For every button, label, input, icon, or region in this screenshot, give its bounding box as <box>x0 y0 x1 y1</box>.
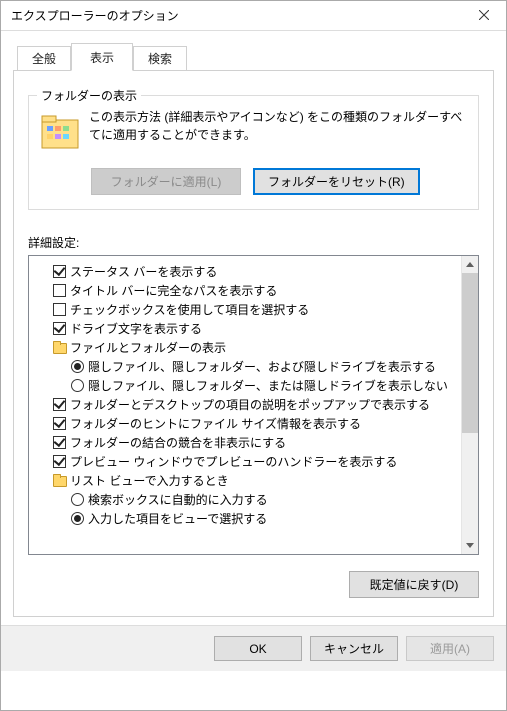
tab-panel-view: フォルダーの表示 この表示方法 (詳細表示やアイコンなど) をこの種類のフォルダ… <box>13 70 494 617</box>
checkbox-icon <box>53 417 66 430</box>
tree-item-label: フォルダーの結合の競合を非表示にする <box>70 434 286 451</box>
ok-button[interactable]: OK <box>214 636 302 661</box>
window-title: エクスプローラーのオプション <box>11 7 179 24</box>
tree-item[interactable]: 検索ボックスに自動的に入力する <box>35 490 455 509</box>
tree-item[interactable]: 入力した項目をビューで選択する <box>35 509 455 528</box>
tree-item[interactable]: 隠しファイル、隠しフォルダー、および隠しドライブを表示する <box>35 357 455 376</box>
titlebar: エクスプローラーのオプション <box>1 1 506 31</box>
reset-folders-button[interactable]: フォルダーをリセット(R) <box>253 168 420 195</box>
tree-item[interactable]: フォルダーの結合の競合を非表示にする <box>35 433 455 452</box>
vertical-scrollbar[interactable] <box>461 256 478 554</box>
folder-views-legend: フォルダーの表示 <box>37 87 141 104</box>
tree-item-label: リスト ビューで入力するとき <box>70 472 229 489</box>
close-icon <box>479 10 489 20</box>
tree-item-label: ファイルとフォルダーの表示 <box>70 339 226 356</box>
apply-button: 適用(A) <box>406 636 494 661</box>
checkbox-icon <box>53 398 66 411</box>
dialog-button-bar: OK キャンセル 適用(A) <box>1 625 506 671</box>
scroll-up-button[interactable] <box>462 256 478 273</box>
tree-item-label: ステータス バーを表示する <box>70 263 217 280</box>
tree-item-label: ドライブ文字を表示する <box>70 320 202 337</box>
advanced-settings-tree[interactable]: ステータス バーを表示するタイトル バーに完全なパスを表示するチェックボックスを… <box>28 255 479 555</box>
tab-search[interactable]: 検索 <box>133 46 187 70</box>
checkbox-icon <box>53 303 66 316</box>
tree-item-label: タイトル バーに完全なパスを表示する <box>70 282 277 299</box>
tab-general[interactable]: 全般 <box>17 46 71 70</box>
tree-item[interactable]: リスト ビューで入力するとき <box>35 471 455 490</box>
tree-item[interactable]: フォルダーのヒントにファイル サイズ情報を表示する <box>35 414 455 433</box>
radio-icon <box>71 493 84 506</box>
restore-defaults-button[interactable]: 既定値に戻す(D) <box>349 571 479 598</box>
tree-item-label: チェックボックスを使用して項目を選択する <box>70 301 309 318</box>
radio-icon <box>71 360 84 373</box>
tree-item[interactable]: チェックボックスを使用して項目を選択する <box>35 300 455 319</box>
tree-item[interactable]: ステータス バーを表示する <box>35 262 455 281</box>
folder-views-description: この表示方法 (詳細表示やアイコンなど) をこの種類のフォルダーすべてに適用する… <box>89 108 468 144</box>
advanced-settings-label: 詳細設定: <box>28 234 479 251</box>
folder-icon <box>53 341 66 354</box>
tree-item-label: 検索ボックスに自動的に入力する <box>88 491 268 508</box>
cancel-button[interactable]: キャンセル <box>310 636 398 661</box>
tree-item-label: 入力した項目をビューで選択する <box>88 510 267 527</box>
folder-icon <box>53 474 66 487</box>
tree-item-label: フォルダーのヒントにファイル サイズ情報を表示する <box>70 415 361 432</box>
checkbox-icon <box>53 322 66 335</box>
tree-item-label: 隠しファイル、隠しフォルダー、および隠しドライブを表示する <box>88 358 436 375</box>
apply-to-folders-button: フォルダーに適用(L) <box>91 168 241 195</box>
scroll-down-button[interactable] <box>462 537 478 554</box>
close-button[interactable] <box>461 1 506 31</box>
tab-bar: 全般 表示 検索 <box>17 43 494 70</box>
content-area: 全般 表示 検索 フォルダーの表示 <box>1 31 506 625</box>
tree-item[interactable]: ドライブ文字を表示する <box>35 319 455 338</box>
tree-item[interactable]: フォルダーとデスクトップの項目の説明をポップアップで表示する <box>35 395 455 414</box>
tree-item[interactable]: プレビュー ウィンドウでプレビューのハンドラーを表示する <box>35 452 455 471</box>
tree-item-label: 隠しファイル、隠しフォルダー、または隠しドライブを表示しない <box>88 377 448 394</box>
checkbox-icon <box>53 284 66 297</box>
chevron-down-icon <box>466 543 474 548</box>
chevron-up-icon <box>466 262 474 267</box>
tree-item-label: プレビュー ウィンドウでプレビューのハンドラーを表示する <box>70 453 397 470</box>
tree-item[interactable]: ファイルとフォルダーの表示 <box>35 338 455 357</box>
folder-views-icon <box>39 110 81 152</box>
checkbox-icon <box>53 265 66 278</box>
tree-item[interactable]: 隠しファイル、隠しフォルダー、または隠しドライブを表示しない <box>35 376 455 395</box>
folder-views-group: フォルダーの表示 この表示方法 (詳細表示やアイコンなど) をこの種類のフォルダ… <box>28 95 479 210</box>
radio-icon <box>71 512 84 525</box>
scrollbar-thumb[interactable] <box>462 273 478 433</box>
checkbox-icon <box>53 436 66 449</box>
tree-item-label: フォルダーとデスクトップの項目の説明をポップアップで表示する <box>70 396 430 413</box>
tab-view[interactable]: 表示 <box>71 43 133 71</box>
checkbox-icon <box>53 455 66 468</box>
tree-item[interactable]: タイトル バーに完全なパスを表示する <box>35 281 455 300</box>
radio-icon <box>71 379 84 392</box>
